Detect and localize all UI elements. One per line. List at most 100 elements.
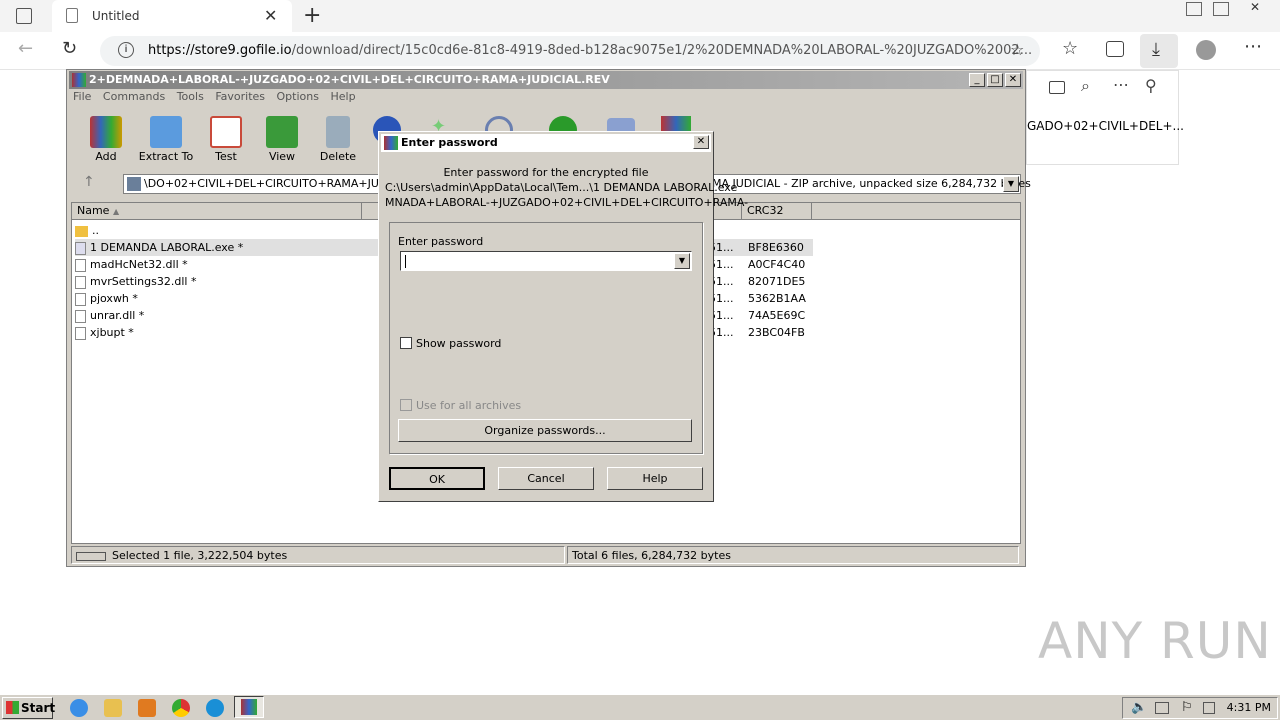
add-favorite-icon[interactable]: ☆ <box>1010 40 1024 59</box>
dialog-close-button[interactable]: ✕ <box>693 135 709 149</box>
dialog-titlebar[interactable]: Enter password ✕ <box>381 134 711 152</box>
tab-actions-icon[interactable] <box>16 8 32 24</box>
cancel-button[interactable]: Cancel <box>498 467 594 490</box>
column-name[interactable]: Name ▲ <box>72 203 362 220</box>
close-tab-icon[interactable]: ✕ <box>264 6 277 25</box>
dll-file-icon <box>75 309 86 323</box>
extract-to-label: Extract To <box>138 150 194 163</box>
up-folder-icon[interactable]: ↑ <box>83 174 95 190</box>
clock[interactable]: 4:31 PM <box>1209 701 1271 714</box>
test-button[interactable]: Test <box>197 110 255 166</box>
path-text: \DO+02+CIVIL+DEL+CIRCUITO+RAMA+JUDIC <box>144 177 399 190</box>
menu-help[interactable]: Help <box>330 90 355 103</box>
url-path: /download/direct/15c0cd6e-81c8-4919-8ded… <box>291 43 1033 58</box>
downloads-button[interactable]: ⤓ <box>1140 34 1178 68</box>
system-tray: 🔈 ⚐ 4:31 PM <box>1122 697 1278 719</box>
file-icon <box>75 326 86 340</box>
start-button[interactable]: Start <box>2 697 55 719</box>
page-icon <box>66 8 78 23</box>
file-crc: 23BC04FB <box>748 326 805 339</box>
menu-file[interactable]: File <box>73 90 91 103</box>
column-crc-label: CRC32 <box>747 204 784 217</box>
view-button[interactable]: View <box>253 110 311 166</box>
folder-up-icon <box>75 225 88 237</box>
column-name-label: Name <box>77 204 110 217</box>
download-icon: ⤓ <box>1152 39 1160 60</box>
checkbox-box <box>400 337 412 349</box>
edge-icon[interactable] <box>206 699 224 717</box>
status-bar: Selected 1 file, 3,222,504 bytes Total 6… <box>71 546 1021 564</box>
menu-favorites[interactable]: Favorites <box>215 90 265 103</box>
status-left-text: Selected 1 file, 3,222,504 bytes <box>112 549 288 562</box>
file-name: .. <box>92 224 99 237</box>
list-item-parent[interactable]: .. <box>75 222 99 239</box>
open-folder-icon[interactable] <box>1049 81 1065 94</box>
more-options-icon[interactable]: ⋯ <box>1113 75 1129 94</box>
search-icon[interactable]: ⌕ <box>1081 76 1090 96</box>
organize-passwords-button[interactable]: Organize passwords... <box>398 419 692 442</box>
address-bar[interactable]: i https://store9.gofile.io/download/dire… <box>100 36 1040 66</box>
file-crc: 74A5E69C <box>748 309 806 322</box>
password-field-label: Enter password <box>398 235 484 248</box>
tab-title: Untitled <box>92 9 140 23</box>
file-name: mvrSettings32.dll * <box>90 275 197 288</box>
use-all-label: Use for all archives <box>416 399 522 412</box>
taskbar: Start 🔈 ⚐ 4:31 PM <box>0 694 1280 720</box>
view-label: View <box>268 150 296 163</box>
minimize-icon[interactable] <box>1186 2 1202 16</box>
file-name: xjbupt * <box>90 326 134 339</box>
column-crc[interactable]: CRC32 <box>742 203 812 220</box>
volume-icon[interactable]: 🔈 <box>1131 700 1147 715</box>
dll-file-icon <box>75 258 86 272</box>
file-crc: BF8E6360 <box>748 241 804 254</box>
explorer-icon[interactable] <box>104 699 122 717</box>
menu-options[interactable]: Options <box>277 90 319 103</box>
winrar-titlebar[interactable]: 2+DEMNADA+LABORAL-+JUZGADO+02+CIVIL+DEL+… <box>69 71 1023 89</box>
flag-icon[interactable]: ⚐ <box>1181 700 1193 715</box>
new-tab-icon[interactable]: + <box>303 3 321 28</box>
file-name: 1 DEMANDA LABORAL.exe * <box>90 241 244 254</box>
file-crc: 5362B1AA <box>748 292 806 305</box>
windows-logo-icon <box>6 701 19 714</box>
more-icon[interactable]: ⋯ <box>1244 36 1262 57</box>
path-dropdown-icon[interactable]: ▼ <box>1003 176 1019 192</box>
favorites-icon[interactable]: ☆ <box>1062 38 1078 59</box>
winrar-title: 2+DEMNADA+LABORAL-+JUZGADO+02+CIVIL+DEL+… <box>89 73 610 86</box>
menu-commands[interactable]: Commands <box>103 90 165 103</box>
close-window-icon[interactable]: ✕ <box>1240 0 1270 16</box>
winrar-taskbar-button[interactable] <box>234 696 264 718</box>
profile-avatar[interactable] <box>1196 40 1216 60</box>
text-cursor <box>405 255 406 268</box>
info-icon[interactable]: i <box>118 42 134 58</box>
restore-icon[interactable] <box>1213 2 1229 16</box>
help-button[interactable]: Help <box>607 467 703 490</box>
browser-tab[interactable]: Untitled ✕ <box>52 0 292 32</box>
password-input[interactable]: ▼ <box>400 251 692 271</box>
file-crc: A0CF4C40 <box>748 258 806 271</box>
pin-icon[interactable]: ⚲ <box>1145 76 1157 95</box>
password-dropdown-icon[interactable]: ▼ <box>674 253 690 269</box>
status-right-text: Total 6 files, 6,284,732 bytes <box>572 549 731 562</box>
winrar-maximize-button[interactable]: □ <box>987 73 1003 87</box>
status-right: Total 6 files, 6,284,732 bytes <box>567 546 1019 564</box>
ie-icon[interactable] <box>70 699 88 717</box>
download-item-name[interactable]: GADO+02+CIVIL+DEL+... <box>1027 119 1184 133</box>
collections-icon[interactable] <box>1106 41 1124 57</box>
dll-file-icon <box>75 275 86 289</box>
menu-tools[interactable]: Tools <box>177 90 204 103</box>
dialog-line3: MNADA+LABORAL-+JUZGADO+02+CIVIL+DEL+CIRC… <box>385 196 749 209</box>
folder-icon <box>150 116 182 148</box>
delete-button[interactable]: Delete <box>309 110 367 166</box>
media-player-icon[interactable] <box>138 699 156 717</box>
winrar-logo-icon <box>72 73 86 87</box>
winrar-minimize-button[interactable]: _ <box>969 73 985 87</box>
extract-to-button[interactable]: Extract To <box>135 110 197 166</box>
ok-button[interactable]: OK <box>389 467 485 490</box>
refresh-icon[interactable]: ↻ <box>62 38 77 59</box>
add-archive-icon <box>90 116 122 148</box>
chrome-icon[interactable] <box>172 699 190 717</box>
add-button[interactable]: Add <box>77 110 135 166</box>
winrar-close-button[interactable]: ✕ <box>1005 73 1021 87</box>
network-icon[interactable] <box>1155 702 1169 714</box>
back-icon[interactable]: ← <box>18 38 33 59</box>
